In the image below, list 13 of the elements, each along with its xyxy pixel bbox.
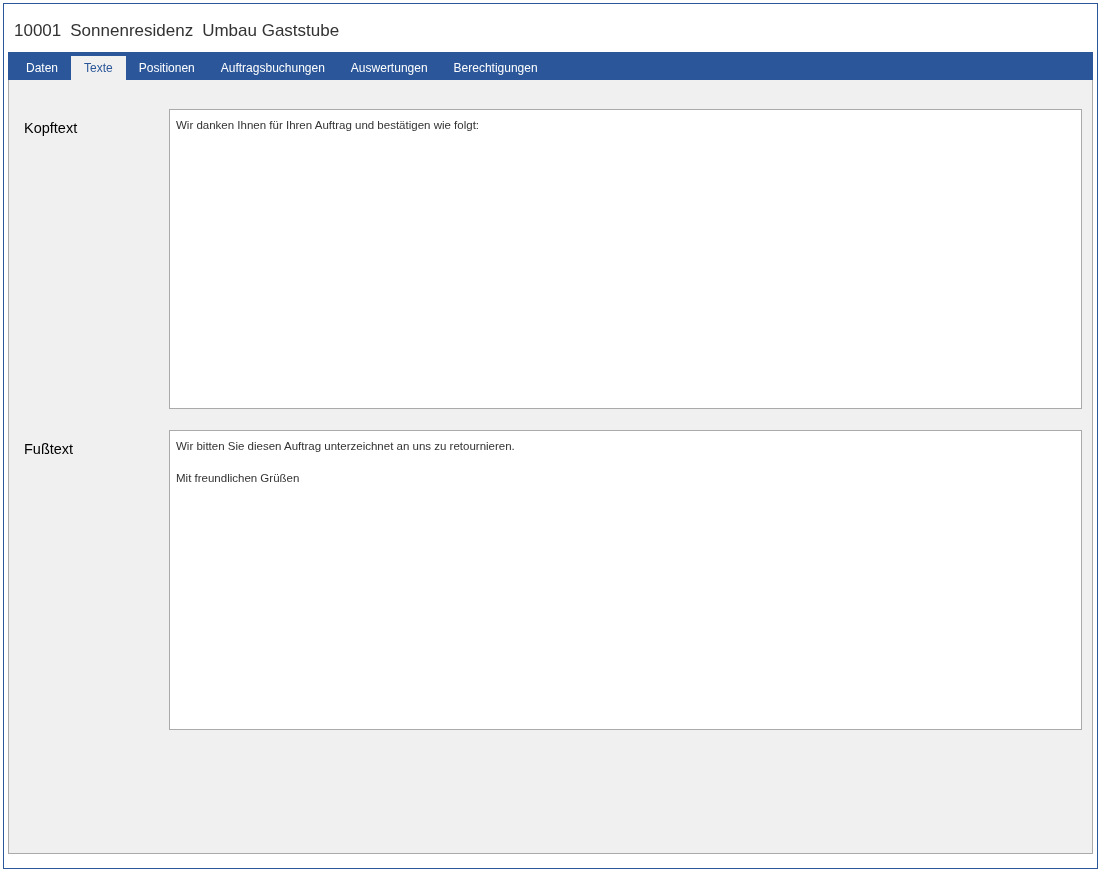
tab[interactable]: Positionen bbox=[125, 56, 208, 80]
text-area[interactable]: Wir danken Ihnen für Ihren Auftrag und bestätigen wie folgt: bbox=[169, 109, 1082, 409]
field-label: Kopftext bbox=[24, 119, 79, 138]
window-title: 10001 bbox=[14, 20, 62, 42]
tab[interactable]: Auftragsbuchungen bbox=[207, 56, 338, 80]
field-label: Fußtext bbox=[24, 440, 75, 459]
tab[interactable]: Berechtigungen bbox=[440, 56, 551, 80]
tab[interactable]: Daten bbox=[13, 56, 72, 80]
window-title: Umbau Gaststube bbox=[202, 20, 340, 42]
window-title: Sonnenresidenz bbox=[70, 20, 194, 42]
text-area[interactable]: Wir bitten Sie diesen Auftrag unterzeichnet an uns zu retournieren. Mit freundlichen Grüßen bbox=[169, 430, 1082, 730]
tab[interactable]: Texte bbox=[71, 56, 126, 80]
tab[interactable]: Auswertungen bbox=[337, 56, 441, 80]
